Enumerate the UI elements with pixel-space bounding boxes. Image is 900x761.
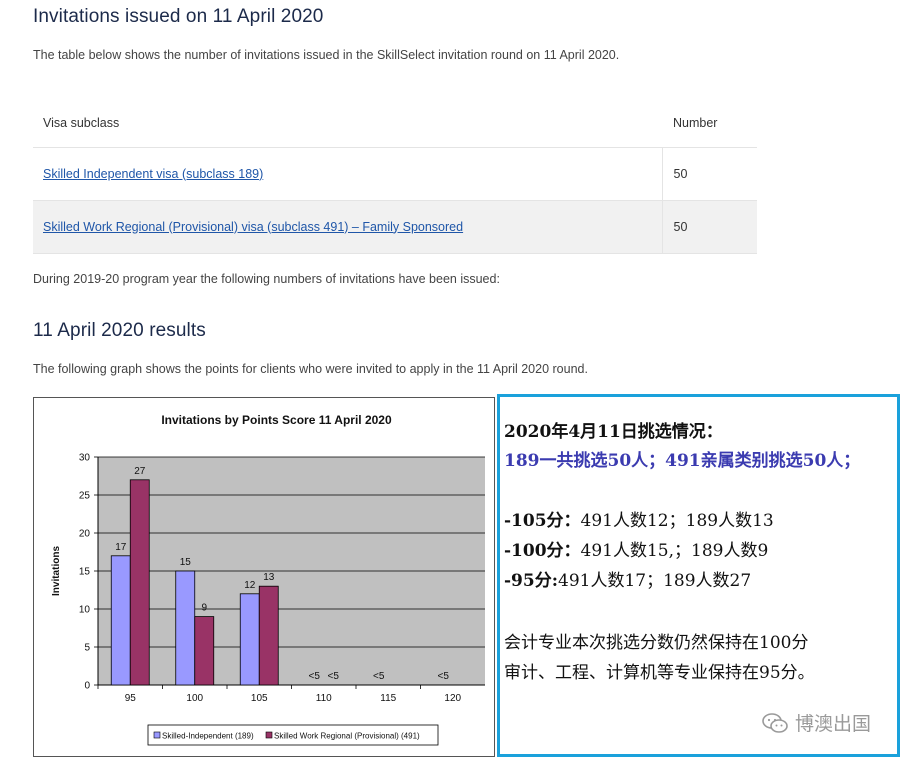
page-title: Invitations issued on 11 April 2020 <box>33 6 324 27</box>
visa-cell: Skilled Work Regional (Provisional) visa… <box>33 200 662 254</box>
chart-svg: Invitations by Points Score 11 April 202… <box>51 413 485 746</box>
bar-491 <box>129 479 150 686</box>
y-tick-label: 15 <box>79 567 91 578</box>
number-cell: 50 <box>661 200 757 254</box>
x-tick-label: 105 <box>251 693 268 704</box>
data-label: 15 <box>180 557 192 568</box>
y-axis-label: Invitations <box>51 546 62 596</box>
legend-swatch <box>265 731 273 739</box>
data-label: 13 <box>263 572 275 583</box>
results-intro: The following graph shows the points for… <box>33 362 588 376</box>
chart-title: Invitations by Points Score 11 April 202… <box>161 413 392 427</box>
notes-100-text: 491人数15,；189人数9 <box>580 541 769 561</box>
x-tick-label: 100 <box>186 693 203 704</box>
table-row: Skilled Work Regional (Provisional) visa… <box>33 200 757 254</box>
data-label: 27 <box>134 466 146 477</box>
y-tick-label: 25 <box>79 491 91 502</box>
bar-189 <box>175 570 196 686</box>
visa-cell: Skilled Independent visa (subclass 189) <box>33 147 662 201</box>
notes-95-label: -95分: <box>504 571 558 591</box>
legend-label: Skilled-Independent (189) <box>162 732 254 741</box>
x-tick-label: 120 <box>444 693 461 704</box>
chinese-notes-box: 2020年4月11日挑选情况： 189一共挑选50人；491亲属类别挑选50人；… <box>497 394 900 757</box>
bar-491 <box>194 616 215 686</box>
watermark: 博澳出国 <box>761 709 871 736</box>
bar-491 <box>258 585 279 686</box>
visa-189-link[interactable]: Skilled Independent visa (subclass 189) <box>43 167 263 181</box>
notes-95-text: 491人数17；189人数27 <box>558 571 752 591</box>
legend-label: Skilled Work Regional (Provisional) (491… <box>274 732 420 741</box>
notes-100: -100分：491人数15,；189人数9 <box>504 536 768 561</box>
watermark-text: 博澳出国 <box>794 713 871 735</box>
notes-accounting: 会计专业本次挑选分数仍然保持在100分 <box>504 633 809 653</box>
notes-heading: 2020年4月11日挑选情况： <box>504 422 723 442</box>
wechat-icon <box>762 712 788 733</box>
visa-491-link[interactable]: Skilled Work Regional (Provisional) visa… <box>43 220 463 234</box>
notes-other: 审计、工程、计算机等专业保持在95分。 <box>504 663 815 683</box>
notes-95: -95分:491人数17；189人数27 <box>504 566 751 591</box>
intro-text: The table below shows the number of invi… <box>33 48 620 62</box>
y-tick-label: 30 <box>79 453 91 464</box>
notes-summary: 189一共挑选50人；491亲属类别挑选50人； <box>504 451 861 471</box>
table-header-row: Visa subclass Number <box>33 100 757 148</box>
y-tick-label: 10 <box>79 605 91 616</box>
x-tick-label: 115 <box>380 693 396 704</box>
bar-189 <box>239 593 260 686</box>
x-tick-label: 95 <box>125 693 137 704</box>
data-label: 17 <box>115 542 127 553</box>
results-title: 11 April 2020 results <box>33 320 206 341</box>
bar-189 <box>110 555 131 686</box>
table-row: Skilled Independent visa (subclass 189) … <box>33 147 757 201</box>
legend-swatch <box>153 731 161 739</box>
number-cell: 50 <box>661 147 757 201</box>
data-label: <5 <box>328 671 340 682</box>
data-label: <5 <box>438 671 450 682</box>
notes-105-label: -105分： <box>504 511 581 531</box>
y-tick-label: 5 <box>84 643 90 654</box>
program-year-note: During 2019-20 program year the followin… <box>33 272 500 286</box>
invitations-table: Visa subclass Number Skilled Independent… <box>33 100 757 254</box>
data-label: 12 <box>244 580 256 591</box>
header-number: Number <box>662 100 757 148</box>
points-chart: Invitations by Points Score 11 April 202… <box>33 397 495 757</box>
notes-105-text: 491人数12；189人数13 <box>580 511 774 531</box>
data-label: <5 <box>373 671 385 682</box>
notes-105: -105分：491人数12；189人数13 <box>504 506 774 531</box>
header-visa-subclass: Visa subclass <box>33 100 662 148</box>
notes-100-label: -100分： <box>504 541 581 561</box>
data-label: 9 <box>201 603 207 614</box>
y-tick-label: 0 <box>84 681 90 692</box>
data-label: <5 <box>309 671 321 682</box>
x-tick-label: 110 <box>316 693 332 704</box>
y-tick-label: 20 <box>79 529 91 540</box>
